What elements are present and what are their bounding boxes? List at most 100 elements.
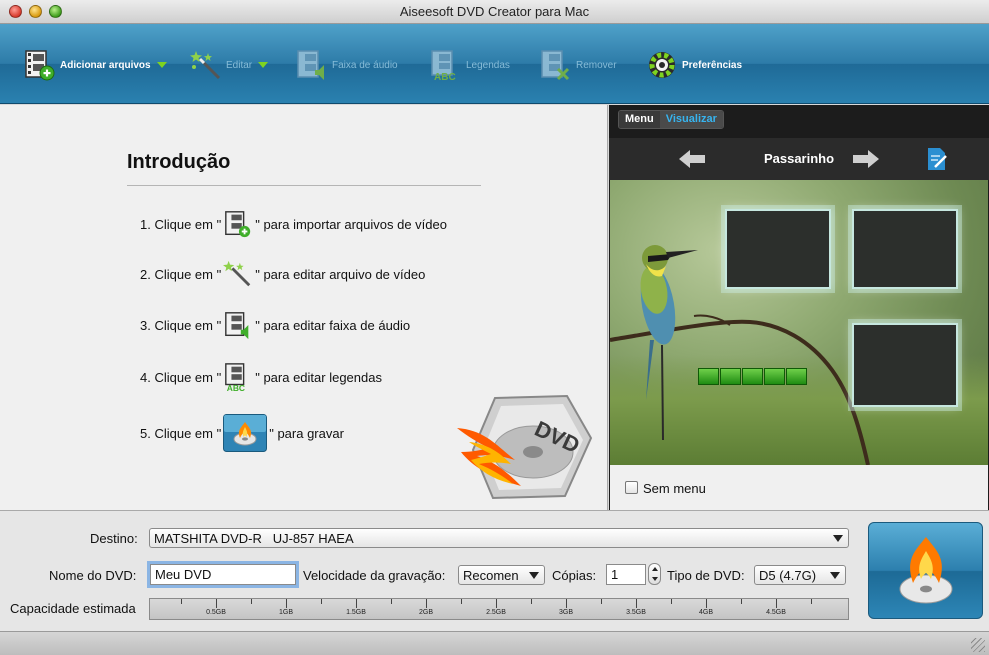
capacity-tick-label: 4GB xyxy=(698,609,714,616)
tab-menu[interactable]: Menu xyxy=(619,111,660,128)
dvd-type-select[interactable]: D5 (4.7G) xyxy=(754,565,846,585)
title-bar: Aiseesoft DVD Creator para Mac xyxy=(0,0,989,24)
film-subtitle-icon: ABC xyxy=(225,363,245,392)
add-files-dropdown-icon[interactable] xyxy=(156,62,167,68)
play-icon[interactable] xyxy=(742,368,763,385)
remove-label: Remover xyxy=(576,59,617,71)
magic-wand-icon xyxy=(223,260,251,287)
film-add-icon xyxy=(25,50,55,81)
capacity-tick-label: 1GB xyxy=(278,609,294,616)
capacity-tick-label: 2.5GB xyxy=(486,609,506,616)
resize-grip-icon[interactable] xyxy=(971,638,985,652)
copies-input[interactable]: 1 xyxy=(606,564,646,585)
chevron-down-icon xyxy=(529,572,539,579)
burn-button[interactable] xyxy=(868,522,983,619)
gear-icon xyxy=(649,52,675,78)
no-menu-checkbox[interactable] xyxy=(625,481,638,494)
capacity-tick xyxy=(321,599,322,604)
copies-stepper[interactable] xyxy=(648,563,661,585)
add-files-label: Adicionar arquivos xyxy=(60,59,151,71)
capacity-tick xyxy=(216,599,217,608)
preferences-button[interactable]: Preferências xyxy=(646,49,742,81)
film-audio-icon xyxy=(225,312,249,340)
last-chapter-icon[interactable] xyxy=(786,368,807,385)
film-audio-icon xyxy=(297,50,324,80)
status-bar xyxy=(0,631,989,655)
capacity-tick xyxy=(811,599,812,604)
intro-step-3: 3. Clique em " " para editar faixa de áu… xyxy=(140,310,410,340)
edit-menu-icon[interactable] xyxy=(926,147,948,171)
capacity-tick xyxy=(601,599,602,604)
burn-speed-label: Velocidade da gravação: xyxy=(303,568,446,583)
window-title: Aiseesoft DVD Creator para Mac xyxy=(399,4,590,19)
capacity-tick xyxy=(531,599,532,604)
no-menu-label: Sem menu xyxy=(643,481,706,496)
burn-speed-select[interactable]: Recomen xyxy=(458,565,545,585)
capacity-tick xyxy=(496,599,497,608)
capacity-tick xyxy=(251,599,252,604)
capacity-tick-label: 0.5GB xyxy=(206,609,226,616)
preview-panel: Menu Visualizar Passarinho Sem menu xyxy=(609,105,989,510)
capacity-tick xyxy=(636,599,637,608)
audio-track-label: Faixa de áudio xyxy=(332,59,398,71)
arrow-right-icon[interactable] xyxy=(853,150,879,168)
capacity-tick xyxy=(671,599,672,604)
intro-title: Introdução xyxy=(127,151,231,173)
preferences-label: Preferências xyxy=(682,59,743,71)
first-chapter-icon[interactable] xyxy=(698,368,719,385)
intro-step-2: 2. Clique em " " para editar arquivo de … xyxy=(140,259,425,289)
film-add-icon xyxy=(225,211,251,238)
dvd-type-label: Tipo de DVD: xyxy=(667,568,745,583)
remove-button[interactable]: Remover xyxy=(540,49,617,81)
chevron-down-icon xyxy=(833,535,843,542)
capacity-tick xyxy=(426,599,427,608)
menu-template-nav: Passarinho xyxy=(609,138,989,180)
intro-step-1: 1. Clique em " " para importar arquivos … xyxy=(140,209,447,239)
capacity-tick xyxy=(391,599,392,604)
capacity-tick xyxy=(741,599,742,604)
svg-text:ABC: ABC xyxy=(227,383,245,392)
dvd-creator-logo: DVD xyxy=(457,394,593,500)
capacity-tick xyxy=(286,599,287,608)
preview-playback-controls xyxy=(698,368,807,385)
film-remove-icon xyxy=(541,50,570,81)
capacity-tick xyxy=(706,599,707,608)
chapter-thumbnail-2[interactable] xyxy=(852,209,958,289)
add-files-button[interactable]: Adicionar arquivos xyxy=(24,49,167,81)
main-toolbar: Adicionar arquivos Editar Faixa de áudio… xyxy=(0,24,989,104)
capacity-tick xyxy=(566,599,567,608)
magic-wand-icon xyxy=(190,51,221,80)
capacity-tick-label: 2GB xyxy=(418,609,434,616)
destination-select[interactable]: MATSHITA DVD-R UJ-857 HAEA xyxy=(149,528,849,548)
burn-disc-icon xyxy=(899,537,953,604)
destination-label: Destino: xyxy=(90,531,138,546)
edit-dropdown-icon[interactable] xyxy=(258,62,269,68)
capacity-tick-label: 3GB xyxy=(558,609,574,616)
capacity-tick-label: 4.5GB xyxy=(766,609,786,616)
dvd-name-input[interactable]: Meu DVD xyxy=(147,561,299,588)
capacity-tick-label: 1.5GB xyxy=(346,609,366,616)
burn-disc-icon xyxy=(223,414,268,452)
capacity-tick xyxy=(776,599,777,608)
dvd-name-label: Nome do DVD: xyxy=(49,568,137,583)
no-menu-bar: Sem menu xyxy=(610,465,988,510)
copies-label: Cópias: xyxy=(552,568,597,583)
chapter-thumbnail-1[interactable] xyxy=(725,209,831,289)
intro-divider xyxy=(127,185,481,186)
burn-options-panel: Destino: MATSHITA DVD-R UJ-857 HAEA Nome… xyxy=(0,510,989,631)
preview-tabs: Menu Visualizar xyxy=(618,110,724,129)
intro-step-4: 4. Clique em " ABC " para editar legenda… xyxy=(140,362,382,392)
chapter-thumbnail-3[interactable] xyxy=(852,323,958,407)
intro-step-5: 5. Clique em " " para gravar xyxy=(140,414,344,452)
chevron-down-icon xyxy=(830,572,840,579)
svg-text:ABC: ABC xyxy=(434,72,456,81)
edit-label: Editar xyxy=(226,59,253,71)
subtitles-label: Legendas xyxy=(466,59,510,71)
audio-track-button[interactable]: Faixa de áudio xyxy=(296,49,398,81)
edit-button[interactable]: Editar xyxy=(190,49,269,81)
rewind-icon[interactable] xyxy=(720,368,741,385)
tab-preview[interactable]: Visualizar xyxy=(659,111,723,128)
dvd-type-value: D5 (4.7G) xyxy=(759,568,817,583)
subtitles-button[interactable]: ABC Legendas xyxy=(430,49,510,81)
fast-forward-icon[interactable] xyxy=(764,368,785,385)
